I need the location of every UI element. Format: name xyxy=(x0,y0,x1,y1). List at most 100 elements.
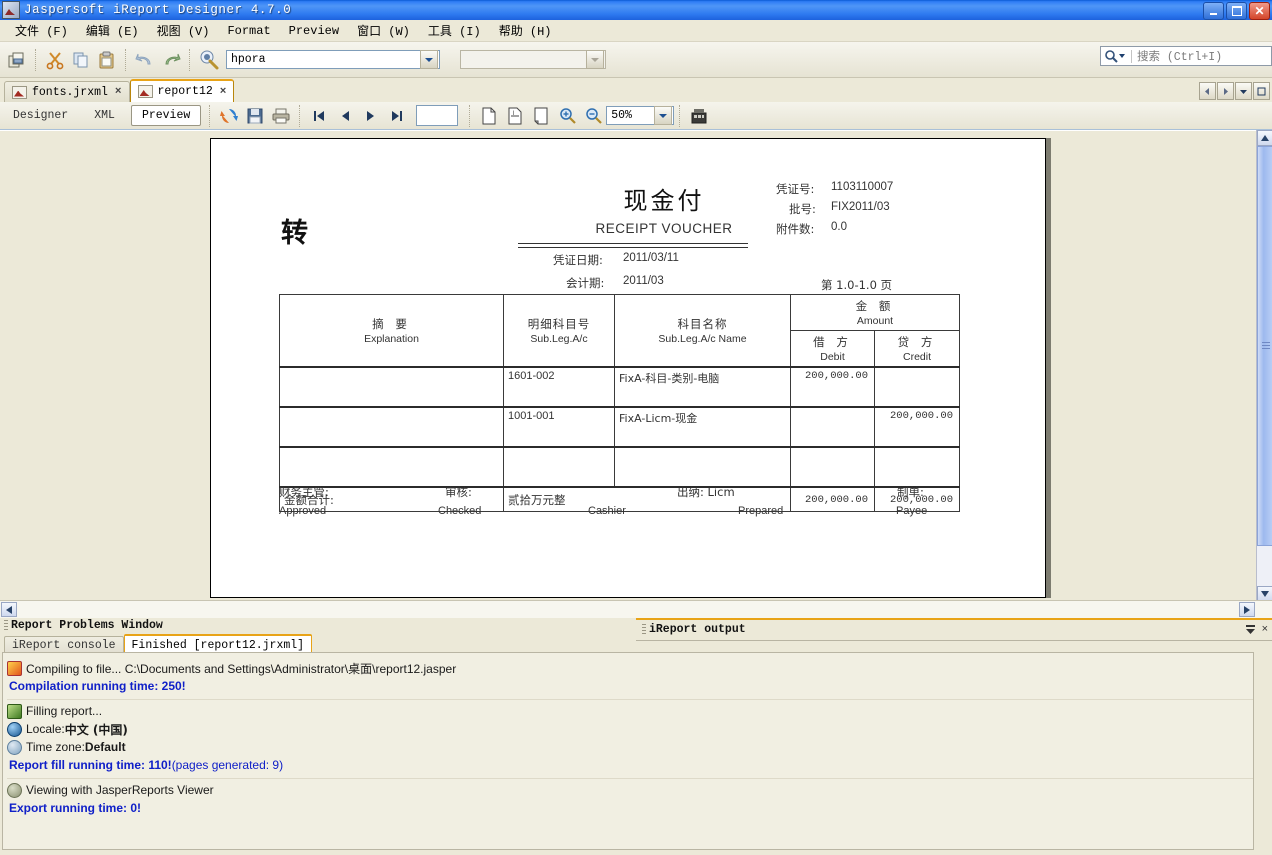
refresh-icon[interactable] xyxy=(216,103,242,129)
console-group-compile: Compiling to file... C:\Documents and Se… xyxy=(7,657,1253,700)
scroll-right-icon[interactable] xyxy=(1239,602,1255,617)
cell-subleg: 1601-002 xyxy=(503,366,615,408)
print-icon[interactable] xyxy=(268,103,294,129)
header-credit-en: Credit xyxy=(902,351,931,363)
menu-preview[interactable]: Preview xyxy=(280,22,348,40)
preview-vertical-scrollbar[interactable] xyxy=(1256,130,1272,602)
drag-handle-icon[interactable] xyxy=(4,620,8,631)
page-number-input[interactable] xyxy=(416,105,459,126)
header-subleg-en: Sub.Leg.A/c xyxy=(530,333,588,345)
drag-handle-icon[interactable] xyxy=(642,624,646,635)
maximize-button[interactable] xyxy=(1226,2,1247,20)
cell-explanation xyxy=(279,446,504,488)
menu-edit[interactable]: 编辑 (E) xyxy=(77,20,148,41)
bottom-dock: Report Problems Window iReport console F… xyxy=(0,618,1272,855)
paste-icon[interactable] xyxy=(94,47,120,73)
zoom-in-icon[interactable] xyxy=(554,103,580,129)
run-report-icon[interactable] xyxy=(196,47,222,73)
menu-file[interactable]: 文件 (F) xyxy=(6,20,77,41)
scroll-tabs-right-icon[interactable] xyxy=(1217,82,1234,100)
secondary-combo[interactable] xyxy=(460,50,606,69)
actual-size-icon[interactable] xyxy=(476,103,502,129)
close-icon[interactable]: × xyxy=(220,86,227,98)
menu-format[interactable]: Format xyxy=(218,22,279,40)
scrollbar-thumb[interactable] xyxy=(1257,146,1272,546)
document-tab-fonts[interactable]: fonts.jrxml × xyxy=(4,81,130,102)
redo-icon[interactable] xyxy=(158,47,184,73)
report-problems-title-bar[interactable]: Report Problems Window xyxy=(4,618,163,633)
toolbar-separator xyxy=(299,104,301,127)
batch-no-label: 批号: xyxy=(789,202,816,216)
console-line: Time zone: Default xyxy=(7,738,1253,756)
jrxml-file-icon xyxy=(12,85,27,99)
toolbar-separator xyxy=(469,104,471,127)
cell-subleg: 1001-001 xyxy=(503,406,615,448)
chevron-down-icon[interactable] xyxy=(654,106,673,125)
document-tab-label: report12 xyxy=(157,85,213,98)
close-panel-icon[interactable]: × xyxy=(1262,623,1268,635)
tab-finished-report12[interactable]: Finished [report12.jrxml] xyxy=(123,634,313,654)
fit-width-icon[interactable] xyxy=(528,103,554,129)
tab-designer[interactable]: Designer xyxy=(3,106,78,125)
new-file-icon[interactable] xyxy=(4,47,30,73)
console-locale-label: Locale: xyxy=(26,722,65,736)
tab-xml[interactable]: XML xyxy=(84,106,125,125)
minimize-button[interactable] xyxy=(1203,2,1224,20)
close-button[interactable]: ✕ xyxy=(1249,2,1270,20)
document-tab-report12[interactable]: report12 × xyxy=(129,79,235,102)
menu-tools[interactable]: 工具 (I) xyxy=(419,20,490,41)
datasource-combo[interactable]: hpora xyxy=(226,50,440,69)
console-output[interactable]: Compiling to file... C:\Documents and Se… xyxy=(2,652,1254,850)
chevron-down-icon[interactable] xyxy=(420,50,438,69)
console-line: Report fill running time: 110! (pages ge… xyxy=(7,756,1253,774)
tab-preview[interactable]: Preview xyxy=(130,105,202,126)
menu-window[interactable]: 窗口 (W) xyxy=(348,20,419,41)
scroll-tabs-left-icon[interactable] xyxy=(1199,82,1216,100)
chevron-down-icon[interactable] xyxy=(586,50,604,69)
scroll-left-icon[interactable] xyxy=(1,602,17,617)
header-debit-en: Debit xyxy=(820,351,845,363)
close-icon[interactable]: × xyxy=(115,86,122,98)
zoom-level-value: 50% xyxy=(611,109,632,122)
search-dropdown-icon[interactable] xyxy=(1118,52,1126,60)
fit-page-icon[interactable]: I xyxy=(502,103,528,129)
last-page-icon[interactable] xyxy=(384,103,410,129)
search-input[interactable]: 搜索 (Ctrl+I) xyxy=(1100,46,1272,66)
next-page-icon[interactable] xyxy=(358,103,384,129)
previous-page-icon[interactable] xyxy=(332,103,358,129)
voucher-stamp: 转 xyxy=(281,218,308,249)
minimize-panel-icon[interactable] xyxy=(1245,624,1256,635)
tab-navigation-controls xyxy=(1199,82,1270,100)
accounting-period-label: 会计期: xyxy=(566,276,605,290)
voucher-table: 摘 要 Explanation 明细科目号 Sub.Leg.A/c 科目名称 S… xyxy=(279,294,960,512)
cell-explanation xyxy=(279,406,504,448)
header-debit-cn: 借 方 xyxy=(813,335,852,349)
preview-horizontal-scrollbar[interactable] xyxy=(0,600,1272,618)
save-icon[interactable] xyxy=(242,103,268,129)
cell-debit: 200,000.00 xyxy=(790,366,875,408)
zoom-out-icon[interactable] xyxy=(580,103,606,129)
menu-help[interactable]: 帮助 (H) xyxy=(490,20,561,41)
maximize-window-icon[interactable] xyxy=(1253,82,1270,100)
cell-subleg-name: FixA-科目-类别-电脑 xyxy=(614,366,791,408)
ireport-output-title-bar[interactable]: iReport output xyxy=(642,622,746,637)
undo-icon[interactable] xyxy=(132,47,158,73)
cell-subleg-name: FixA-Licm-现金 xyxy=(614,406,791,448)
console-line-text: Compilation running time: 250! xyxy=(9,679,186,693)
report-page-wrapper: 转 现金付 RECEIPT VOUCHER 凭证日期: 2011/03/11 会… xyxy=(210,138,1046,598)
report-page[interactable]: 转 现金付 RECEIPT VOUCHER 凭证日期: 2011/03/11 会… xyxy=(210,138,1046,598)
cut-icon[interactable] xyxy=(42,47,68,73)
ireport-output-title: iReport output xyxy=(649,623,746,636)
header-credit-cn: 贷 方 xyxy=(897,335,937,349)
first-page-icon[interactable] xyxy=(306,103,332,129)
export-icon[interactable] xyxy=(686,103,712,129)
signature-prepared-en: Prepared xyxy=(738,505,784,517)
menu-view[interactable]: 视图 (V) xyxy=(148,20,219,41)
tab-list-dropdown-icon[interactable] xyxy=(1235,82,1252,100)
copy-icon[interactable] xyxy=(68,47,94,73)
locale-icon xyxy=(7,721,22,737)
zoom-level-combo[interactable]: 50% xyxy=(606,106,675,125)
console-line: Export running time: 0! xyxy=(7,799,1253,817)
scroll-up-icon[interactable] xyxy=(1257,130,1272,146)
signature-prepared-cn: 出纳: Licm xyxy=(677,485,735,499)
